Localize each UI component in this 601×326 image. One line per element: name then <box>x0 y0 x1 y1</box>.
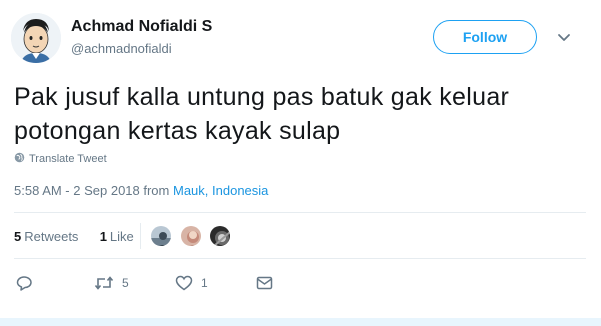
like-count: 1 <box>201 276 208 290</box>
author-name[interactable]: Achmad Nofialdi S <box>71 18 212 36</box>
likes-stat[interactable]: 1 Like <box>100 229 134 244</box>
liker-avatar[interactable] <box>149 224 173 248</box>
reply-button[interactable] <box>16 274 41 292</box>
reply-composer-strip <box>0 318 601 326</box>
globe-icon <box>14 152 25 163</box>
author-avatar[interactable] <box>11 13 61 63</box>
retweet-icon <box>94 276 114 290</box>
liker-avatar[interactable] <box>208 224 232 248</box>
likes-count: 1 <box>99 229 107 244</box>
heart-icon <box>175 275 193 291</box>
author-handle[interactable]: @achmadnofialdi <box>71 41 172 56</box>
user-photo-icon <box>210 226 230 246</box>
stats-separator <box>140 223 141 249</box>
retweets-stat[interactable]: 5 Retweets <box>14 229 78 244</box>
translate-label: Translate Tweet <box>29 153 107 165</box>
user-photo-icon <box>151 226 171 246</box>
direct-message-button[interactable] <box>256 274 281 292</box>
follow-button[interactable]: Follow <box>433 20 537 54</box>
tweet-text-line: Pak jusuf kalla untung pas batuk gak kel… <box>14 83 510 111</box>
envelope-icon <box>256 276 273 290</box>
tweet-text-line: potongan kertas kayak sulap <box>14 117 341 145</box>
cartoon-avatar-icon <box>11 13 61 63</box>
retweet-count: 5 <box>122 276 129 290</box>
retweets-label: Retweets <box>24 229 79 244</box>
retweet-button[interactable]: 5 <box>94 274 129 292</box>
tweet-meta: 5:58 AM - 2 Sep 2018 from Mauk, Indonesi… <box>14 183 268 198</box>
liker-avatar[interactable] <box>179 224 203 248</box>
like-button[interactable]: 1 <box>175 274 208 292</box>
tweet-text: Pak jusuf kalla untung pas batuk gak kel… <box>14 80 584 148</box>
divider <box>14 212 586 213</box>
translate-tweet-link[interactable]: Translate Tweet <box>14 152 107 165</box>
user-photo-icon <box>181 226 201 246</box>
location-link[interactable]: Mauk, Indonesia <box>173 183 268 198</box>
timestamp[interactable]: 5:58 AM - 2 Sep 2018 from <box>14 183 169 198</box>
retweets-count: 5 <box>14 229 22 244</box>
likes-label: Like <box>109 229 134 244</box>
tweet-stats: 5 Retweets 1 Like <box>14 229 134 244</box>
tweet-menu-button[interactable] <box>555 31 573 45</box>
chevron-down-icon <box>558 34 570 41</box>
reply-icon <box>16 276 32 291</box>
divider <box>14 258 586 259</box>
